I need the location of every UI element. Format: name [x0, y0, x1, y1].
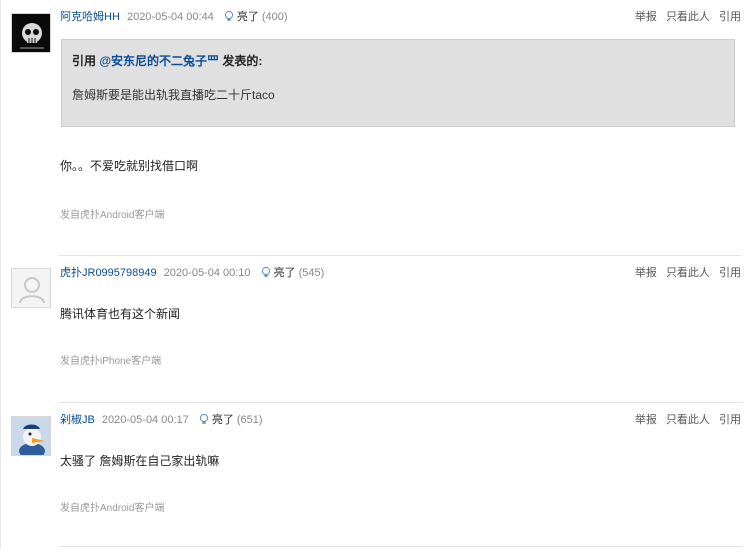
only-this-user-button[interactable]: 只看此人: [666, 11, 710, 23]
light-count: (400): [261, 11, 288, 23]
light-count: (651): [236, 414, 263, 426]
reply-list: 阿克哈姆HH 2020-05-04 00:44 亮了 (400) 举报 只看此人 …: [0, 0, 750, 549]
quote-button[interactable]: 引用: [719, 267, 741, 279]
quoted-reply: 引用 @安东尼的不二兔子罒 发表的: 詹姆斯要是能出轨我直播吃二十斤taco: [61, 39, 735, 127]
avatar[interactable]: [11, 268, 51, 308]
post-actions: 举报 只看此人 引用: [629, 9, 741, 25]
lightbulb-icon: [199, 413, 208, 424]
divider: [59, 255, 742, 256]
divider: [59, 402, 742, 403]
post-content: 太骚了 詹姆斯在自己家出轨嘛: [60, 454, 220, 468]
lightbulb-icon: [224, 10, 233, 21]
quote-button[interactable]: 引用: [719, 11, 741, 23]
post-source: 发自虎扑Android客户端: [60, 503, 165, 514]
author-link[interactable]: 阿克哈姆HH: [60, 11, 120, 23]
post-content: 你。。不爱吃就别找借口啊: [60, 159, 199, 173]
report-button[interactable]: 举报: [635, 414, 657, 426]
post-source: 发自虎扑Android客户端: [60, 210, 165, 221]
quoted-user-link[interactable]: @安东尼的不二兔子罒: [99, 54, 219, 68]
only-this-user-button[interactable]: 只看此人: [666, 414, 710, 426]
light-label: 亮了: [273, 267, 296, 279]
post-source: 发自虎扑iPhone客户端: [60, 356, 162, 367]
post-content: 腾讯体育也有这个新闻: [60, 307, 181, 321]
author-link[interactable]: 虎扑JR0995798949: [60, 267, 157, 279]
light-label: 亮了: [236, 11, 259, 23]
post-meta: 阿克哈姆HH 2020-05-04 00:44 亮了 (400): [60, 9, 288, 25]
light-button[interactable]: 亮了 (545): [260, 265, 325, 281]
report-button[interactable]: 举报: [635, 267, 657, 279]
quote-prefix: 引用: [72, 54, 100, 68]
post-actions: 举报 只看此人 引用: [629, 265, 741, 281]
post-actions: 举报 只看此人 引用: [629, 412, 741, 428]
divider: [59, 546, 742, 547]
light-count: (545): [298, 267, 325, 279]
quote-button[interactable]: 引用: [719, 414, 741, 426]
quote-suffix: 发表的:: [219, 54, 263, 68]
post-time: 2020-05-04 00:17: [101, 414, 189, 426]
post-meta: 剁椒JB 2020-05-04 00:17 亮了 (651): [60, 412, 263, 428]
post-time: 2020-05-04 00:44: [126, 11, 214, 23]
report-button[interactable]: 举报: [635, 11, 657, 23]
post-meta: 虎扑JR0995798949 2020-05-04 00:10 亮了 (545): [60, 265, 324, 281]
lightbulb-icon: [261, 266, 270, 277]
avatar[interactable]: [11, 13, 51, 53]
light-button[interactable]: 亮了 (651): [198, 412, 263, 428]
avatar[interactable]: [11, 416, 51, 456]
light-label: 亮了: [211, 414, 234, 426]
only-this-user-button[interactable]: 只看此人: [666, 267, 710, 279]
post-time: 2020-05-04 00:10: [163, 267, 251, 279]
author-link[interactable]: 剁椒JB: [60, 414, 95, 426]
quote-header: 引用 @安东尼的不二兔子罒 发表的:: [72, 52, 262, 69]
quote-text: 詹姆斯要是能出轨我直播吃二十斤taco: [72, 88, 275, 102]
light-button[interactable]: 亮了 (400): [223, 9, 288, 25]
